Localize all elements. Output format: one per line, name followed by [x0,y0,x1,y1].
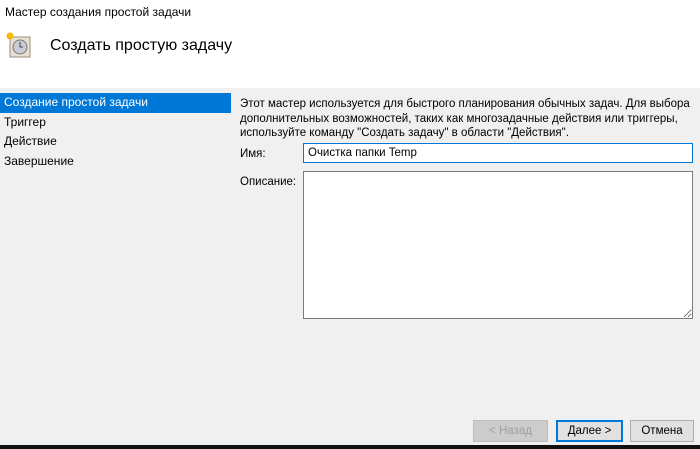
cancel-button[interactable]: Отмена [630,420,694,442]
step-action[interactable]: Действие [0,132,231,152]
window-title: Мастер создания простой задачи [5,5,192,19]
wizard-header: Мастер создания простой задачи Создать п… [0,0,700,88]
step-create-task[interactable]: Создание простой задачи [0,93,231,113]
next-button[interactable]: Далее > [556,420,623,442]
wizard-steps: Создание простой задачи Триггер Действие… [0,93,231,171]
description-textarea[interactable] [303,171,693,319]
name-input[interactable] [303,143,693,163]
step-trigger[interactable]: Триггер [0,113,231,133]
description-label: Описание: [240,176,297,188]
task-scheduler-clock-icon [6,32,31,58]
wizard-description: Этот мастер используется для быстрого пл… [240,98,690,139]
bottom-edge [0,445,700,449]
name-label: Имя: [240,148,266,160]
step-finish[interactable]: Завершение [0,152,231,172]
back-button[interactable]: < Назад [473,420,548,442]
page-title: Создать простую задачу [50,37,233,54]
